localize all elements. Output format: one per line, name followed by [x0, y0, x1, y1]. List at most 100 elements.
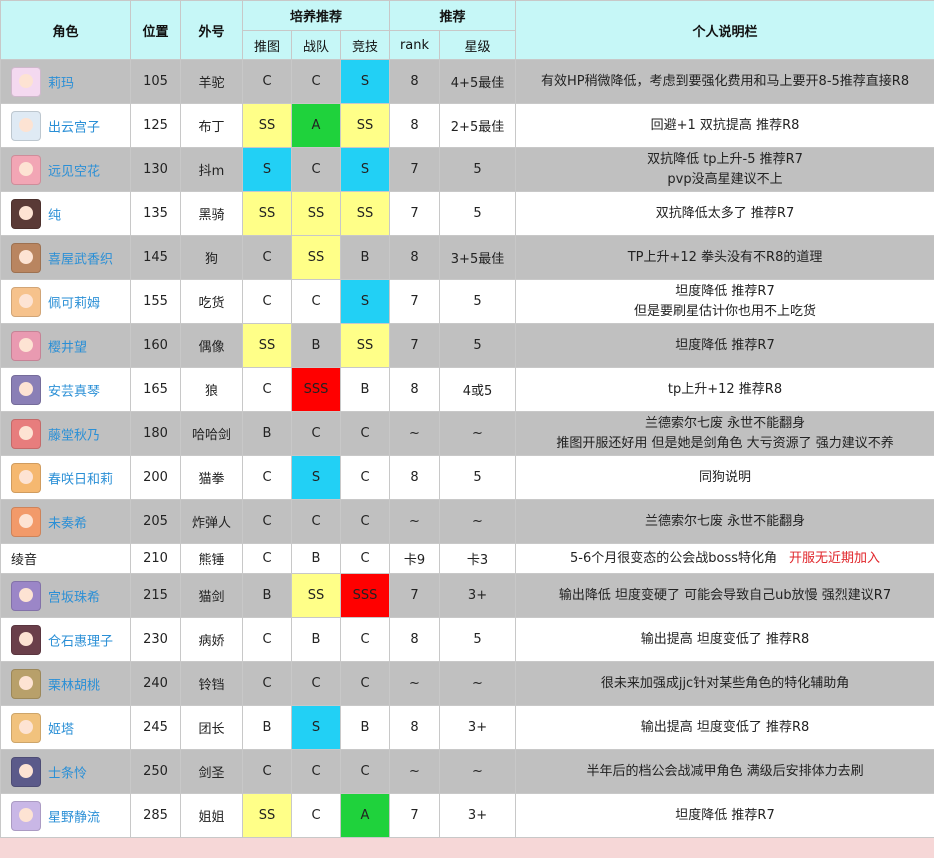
character-name: 绫音: [11, 553, 37, 568]
position-cell: 180: [131, 412, 181, 456]
note-line: 坦度降低 推荐R7: [516, 806, 934, 826]
team-rating-cell: C: [292, 60, 341, 104]
push-rating-cell: C: [243, 236, 292, 280]
star-cell: ~: [440, 500, 516, 544]
team-rating-cell: SS: [292, 236, 341, 280]
notes-cell: 输出提高 坦度变低了 推荐R8: [516, 618, 934, 662]
nickname-cell: 吃货: [181, 280, 243, 324]
character-name-link[interactable]: 仓石惠理子: [48, 634, 113, 649]
character-name-link[interactable]: 栗林胡桃: [48, 678, 100, 693]
table-row: 星野静流285姐姐SSCA73+坦度降低 推荐R7: [1, 794, 934, 838]
note-line: 回避+1 双抗提高 推荐R8: [516, 116, 934, 136]
note-line: TP上升+12 拳头没有不R8的道理: [516, 248, 934, 268]
arena-rating-cell: SS: [341, 192, 390, 236]
notes-cell: 双抗降低太多了 推荐R7: [516, 192, 934, 236]
arena-rating-cell: A: [341, 794, 390, 838]
character-name-link[interactable]: 宫坂珠希: [48, 590, 100, 605]
rank-cell: 7: [390, 324, 440, 368]
nickname-cell: 布丁: [181, 104, 243, 148]
arena-rating-cell: S: [341, 280, 390, 324]
nickname-cell: 羊驼: [181, 60, 243, 104]
star-cell: 5: [440, 456, 516, 500]
note-line: 同狗说明: [516, 468, 934, 488]
nickname-cell: 熊锤: [181, 544, 243, 574]
note-line: 坦度降低 推荐R7: [516, 282, 934, 302]
avatar-icon: [11, 199, 41, 229]
character-name-link[interactable]: 佩可莉姆: [48, 296, 100, 311]
character-name-link[interactable]: 藤堂秋乃: [48, 428, 100, 443]
star-cell: 5: [440, 618, 516, 662]
avatar-icon: [11, 463, 41, 493]
character-name-link[interactable]: 春咲日和莉: [48, 472, 113, 487]
nickname-cell: 团长: [181, 706, 243, 750]
note-text: 5-6个月很变态的公会战boss特化角: [570, 551, 777, 566]
notes-cell: 坦度降低 推荐R7: [516, 324, 934, 368]
header-rank: rank: [390, 31, 440, 60]
position-cell: 250: [131, 750, 181, 794]
avatar-icon: [11, 331, 41, 361]
team-rating-cell: C: [292, 750, 341, 794]
table-row: 樱井望160偶像SSBSS75坦度降低 推荐R7: [1, 324, 934, 368]
team-rating-cell: S: [292, 706, 341, 750]
nickname-cell: 病娇: [181, 618, 243, 662]
header-recommend: 推荐: [390, 1, 516, 31]
nickname-cell: 猫拳: [181, 456, 243, 500]
avatar-icon: [11, 67, 41, 97]
team-rating-cell: B: [292, 618, 341, 662]
push-rating-cell: C: [243, 280, 292, 324]
character-name-link[interactable]: 远见空花: [48, 164, 100, 179]
character-name-link[interactable]: 姬塔: [48, 722, 74, 737]
rank-cell: 8: [390, 618, 440, 662]
role-cell: 佩可莉姆: [1, 280, 131, 324]
star-cell: 卡3: [440, 544, 516, 574]
avatar-icon: [11, 507, 41, 537]
avatar-icon: [11, 243, 41, 273]
arena-rating-cell: S: [341, 148, 390, 192]
character-name-link[interactable]: 纯: [48, 208, 61, 223]
rank-cell: 7: [390, 192, 440, 236]
role-cell: 姬塔: [1, 706, 131, 750]
notes-cell: 坦度降低 推荐R7但是要刷星估计你也用不上吃货: [516, 280, 934, 324]
position-cell: 135: [131, 192, 181, 236]
role-cell: 樱井望: [1, 324, 131, 368]
notes-cell: 兰德索尔七废 永世不能翻身推图开服还好用 但是她是剑角色 大亏资源了 强力建议不…: [516, 412, 934, 456]
note-line: tp上升+12 推荐R8: [516, 380, 934, 400]
role-cell: 仓石惠理子: [1, 618, 131, 662]
character-name-link[interactable]: 安芸真琴: [48, 384, 100, 399]
note-line: 输出提高 坦度变低了 推荐R8: [516, 630, 934, 650]
avatar-icon: [11, 155, 41, 185]
arena-rating-cell: SS: [341, 324, 390, 368]
push-rating-cell: C: [243, 456, 292, 500]
rank-cell: 7: [390, 794, 440, 838]
character-name-link[interactable]: 莉玛: [48, 76, 74, 91]
arena-rating-cell: C: [341, 544, 390, 574]
role-cell: 远见空花: [1, 148, 131, 192]
notes-cell: tp上升+12 推荐R8: [516, 368, 934, 412]
character-name-link[interactable]: 喜屋武香织: [48, 252, 113, 267]
nickname-cell: 哈哈剑: [181, 412, 243, 456]
push-rating-cell: C: [243, 368, 292, 412]
arena-rating-cell: S: [341, 60, 390, 104]
star-cell: 5: [440, 192, 516, 236]
notes-cell: 回避+1 双抗提高 推荐R8: [516, 104, 934, 148]
push-rating-cell: SS: [243, 104, 292, 148]
arena-rating-cell: SSS: [341, 574, 390, 618]
note-line: pvp没高星建议不上: [516, 170, 934, 190]
role-cell: 莉玛: [1, 60, 131, 104]
position-cell: 205: [131, 500, 181, 544]
character-name-link[interactable]: 未奏希: [48, 516, 87, 531]
table-row: 喜屋武香织145狗CSSB83+5最佳TP上升+12 拳头没有不R8的道理: [1, 236, 934, 280]
star-cell: 4+5最佳: [440, 60, 516, 104]
character-name-link[interactable]: 樱井望: [48, 340, 87, 355]
rank-cell: ~: [390, 750, 440, 794]
team-rating-cell: C: [292, 500, 341, 544]
table-row: 绫音210熊锤CBC卡9卡35-6个月很变态的公会战boss特化角开服无近期加入: [1, 544, 934, 574]
rank-cell: ~: [390, 412, 440, 456]
note-line: 5-6个月很变态的公会战boss特化角开服无近期加入: [516, 549, 934, 569]
header-star: 星级: [440, 31, 516, 60]
character-name-link[interactable]: 出云宫子: [48, 120, 100, 135]
nickname-cell: 姐姐: [181, 794, 243, 838]
position-cell: 200: [131, 456, 181, 500]
header-role: 角色: [1, 1, 131, 60]
character-name-link[interactable]: 士条怜: [48, 766, 87, 781]
